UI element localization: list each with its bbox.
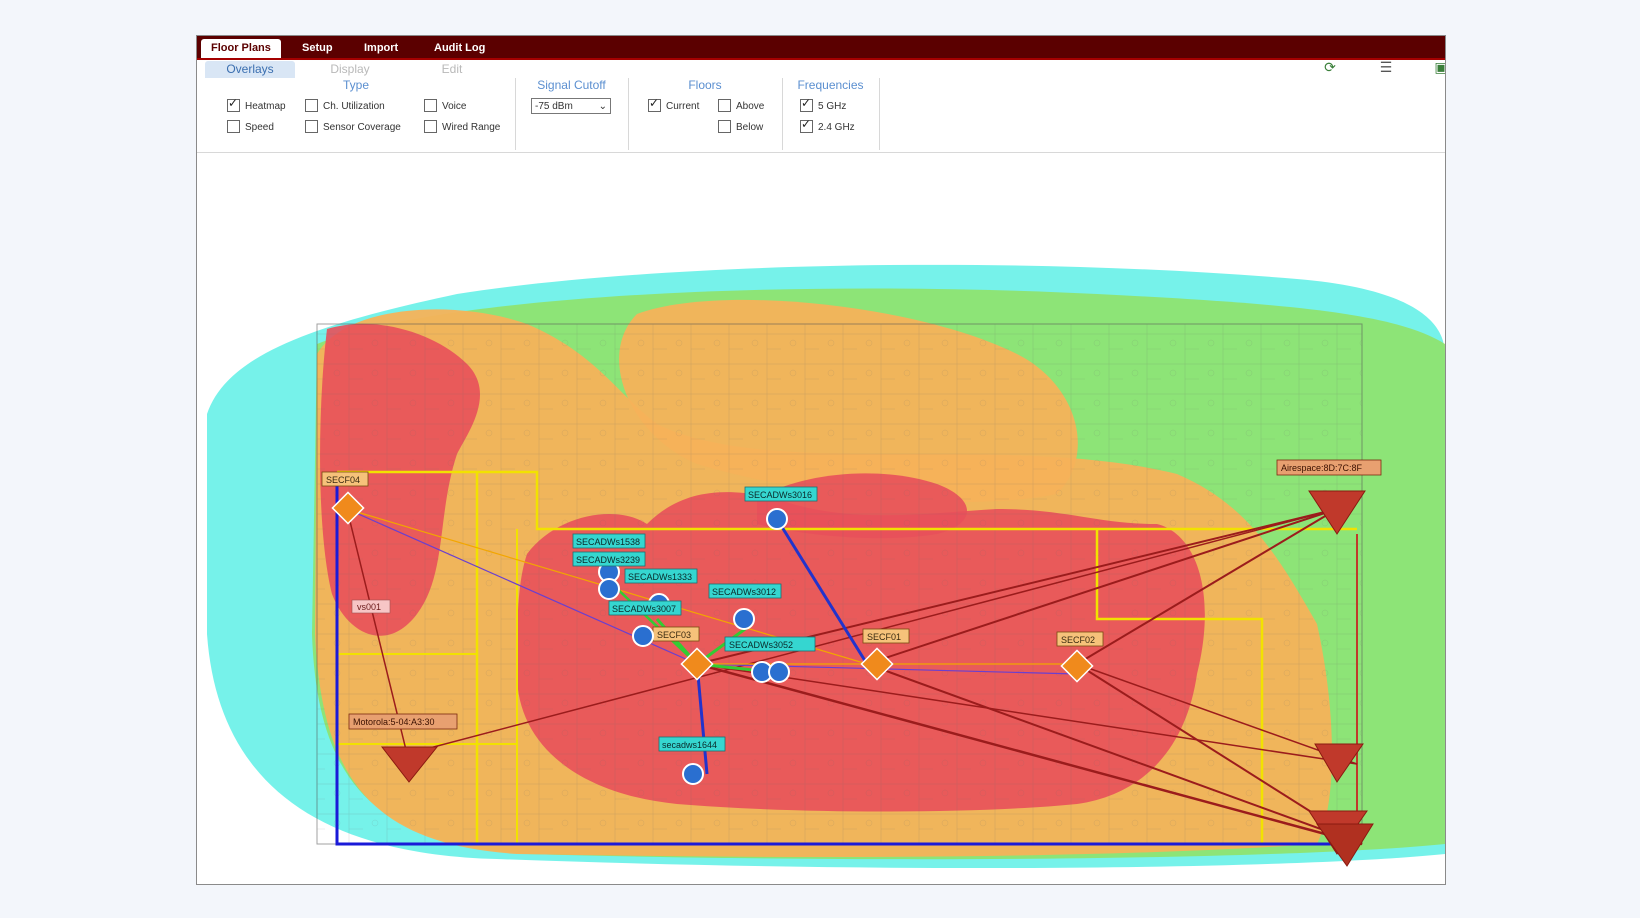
- sensor-coverage-checkbox[interactable]: [305, 119, 318, 133]
- client-label-secadws3016: SECADWs3016: [748, 490, 812, 500]
- floors-group: Floors Current Above Below: [628, 78, 783, 150]
- refresh-icon[interactable]: ⟳: [1322, 60, 1338, 75]
- client-label-secadws1333: SECADWs1333: [628, 572, 692, 582]
- heatmap-option[interactable]: Heatmap: [227, 96, 286, 114]
- signal-cutoff-value: -75 dBm: [535, 101, 573, 112]
- signal-cutoff-select[interactable]: -75 dBm ⌄: [531, 98, 611, 114]
- tab-audit-log[interactable]: Audit Log: [424, 39, 495, 58]
- freq-24ghz-option[interactable]: 2.4 GHz: [800, 117, 855, 135]
- current-floor-checkbox[interactable]: [648, 96, 661, 112]
- signal-cutoff-group: Signal Cutoff -75 dBm ⌄: [515, 78, 629, 150]
- frequencies-title: Frequencies: [797, 78, 864, 92]
- frequencies-group: Frequencies 5 GHz 2.4 GHz: [782, 78, 880, 150]
- tab-setup[interactable]: Setup: [292, 39, 343, 58]
- ch-utilization-checkbox[interactable]: [305, 98, 318, 112]
- speed-checkbox[interactable]: [227, 119, 240, 133]
- freq-5ghz-option[interactable]: 5 GHz: [800, 96, 846, 114]
- tab-import[interactable]: Import: [354, 39, 408, 58]
- heatmap-checkbox[interactable]: [227, 96, 240, 112]
- sensor-label-airespace: Airespace:8D:7C:8F: [1281, 463, 1363, 473]
- client-label-secadws3239: SECADWs3239: [576, 555, 640, 565]
- current-floor-option[interactable]: Current: [648, 96, 699, 114]
- sensor-coverage-option[interactable]: Sensor Coverage: [305, 119, 401, 135]
- freq-5ghz-checkbox[interactable]: [800, 96, 813, 112]
- freq-24ghz-checkbox[interactable]: [800, 117, 813, 133]
- client-label-secadws3052: SECADWs3052: [729, 640, 793, 650]
- ap-label-secf02: SECF02: [1061, 635, 1095, 645]
- floor-plan-drawing: [316, 323, 1363, 845]
- above-floor-option[interactable]: Above: [718, 98, 764, 114]
- subtab-overlays[interactable]: Overlays: [205, 61, 295, 78]
- top-navigation: Floor Plans Setup Import Audit Log: [197, 36, 1445, 60]
- voice-checkbox[interactable]: [424, 98, 437, 112]
- room-label-group: vs001: [351, 599, 391, 614]
- ap-label-secf04: SECF04: [326, 475, 360, 485]
- ch-utilization-option[interactable]: Ch. Utilization: [305, 98, 385, 114]
- sensor-label-motorola: Motorola:5-04:A3:30: [353, 717, 435, 727]
- sub-navigation: Overlays Display Edit: [197, 60, 1445, 78]
- below-floor-option[interactable]: Below: [718, 119, 763, 135]
- type-group: Type Heatmap Ch. Utilization Voice Speed…: [197, 78, 516, 150]
- above-floor-checkbox[interactable]: [718, 98, 731, 112]
- signal-cutoff-title: Signal Cutoff: [537, 78, 606, 92]
- room-label: vs001: [357, 602, 381, 612]
- client-label-secadws3012: SECADWs3012: [712, 587, 776, 597]
- type-title: Type: [342, 78, 369, 92]
- chevron-down-icon: ⌄: [598, 101, 607, 112]
- floors-title: Floors: [688, 78, 722, 92]
- subtab-edit[interactable]: Edit: [407, 61, 497, 78]
- tab-floor-plans[interactable]: Floor Plans: [201, 39, 281, 58]
- voice-option[interactable]: Voice: [424, 98, 466, 114]
- below-floor-checkbox[interactable]: [718, 119, 731, 133]
- floor-plan-app: Floor Plans Setup Import Audit Log Overl…: [196, 35, 1446, 885]
- wired-range-option[interactable]: Wired Range: [424, 119, 500, 135]
- ap-label-secf03: SECF03: [657, 630, 691, 640]
- export-icon[interactable]: ▣: [1433, 60, 1445, 75]
- client-label-secadws1644: secadws1644: [662, 740, 717, 750]
- client-label-secadws3007: SECADWs3007: [612, 604, 676, 614]
- overlay-options-panel: Type Heatmap Ch. Utilization Voice Speed…: [197, 78, 1445, 153]
- floor-plan-map[interactable]: SECF04 SECF03 SECF01 SECF02 SECADWs3016 …: [197, 154, 1445, 884]
- subtab-display[interactable]: Display: [305, 61, 395, 78]
- ap-label-secf01: SECF01: [867, 632, 901, 642]
- speed-option[interactable]: Speed: [227, 119, 274, 135]
- list-icon[interactable]: ☰: [1378, 60, 1394, 75]
- client-label-secadws1538: SECADWs1538: [576, 537, 640, 547]
- wired-range-checkbox[interactable]: [424, 119, 437, 133]
